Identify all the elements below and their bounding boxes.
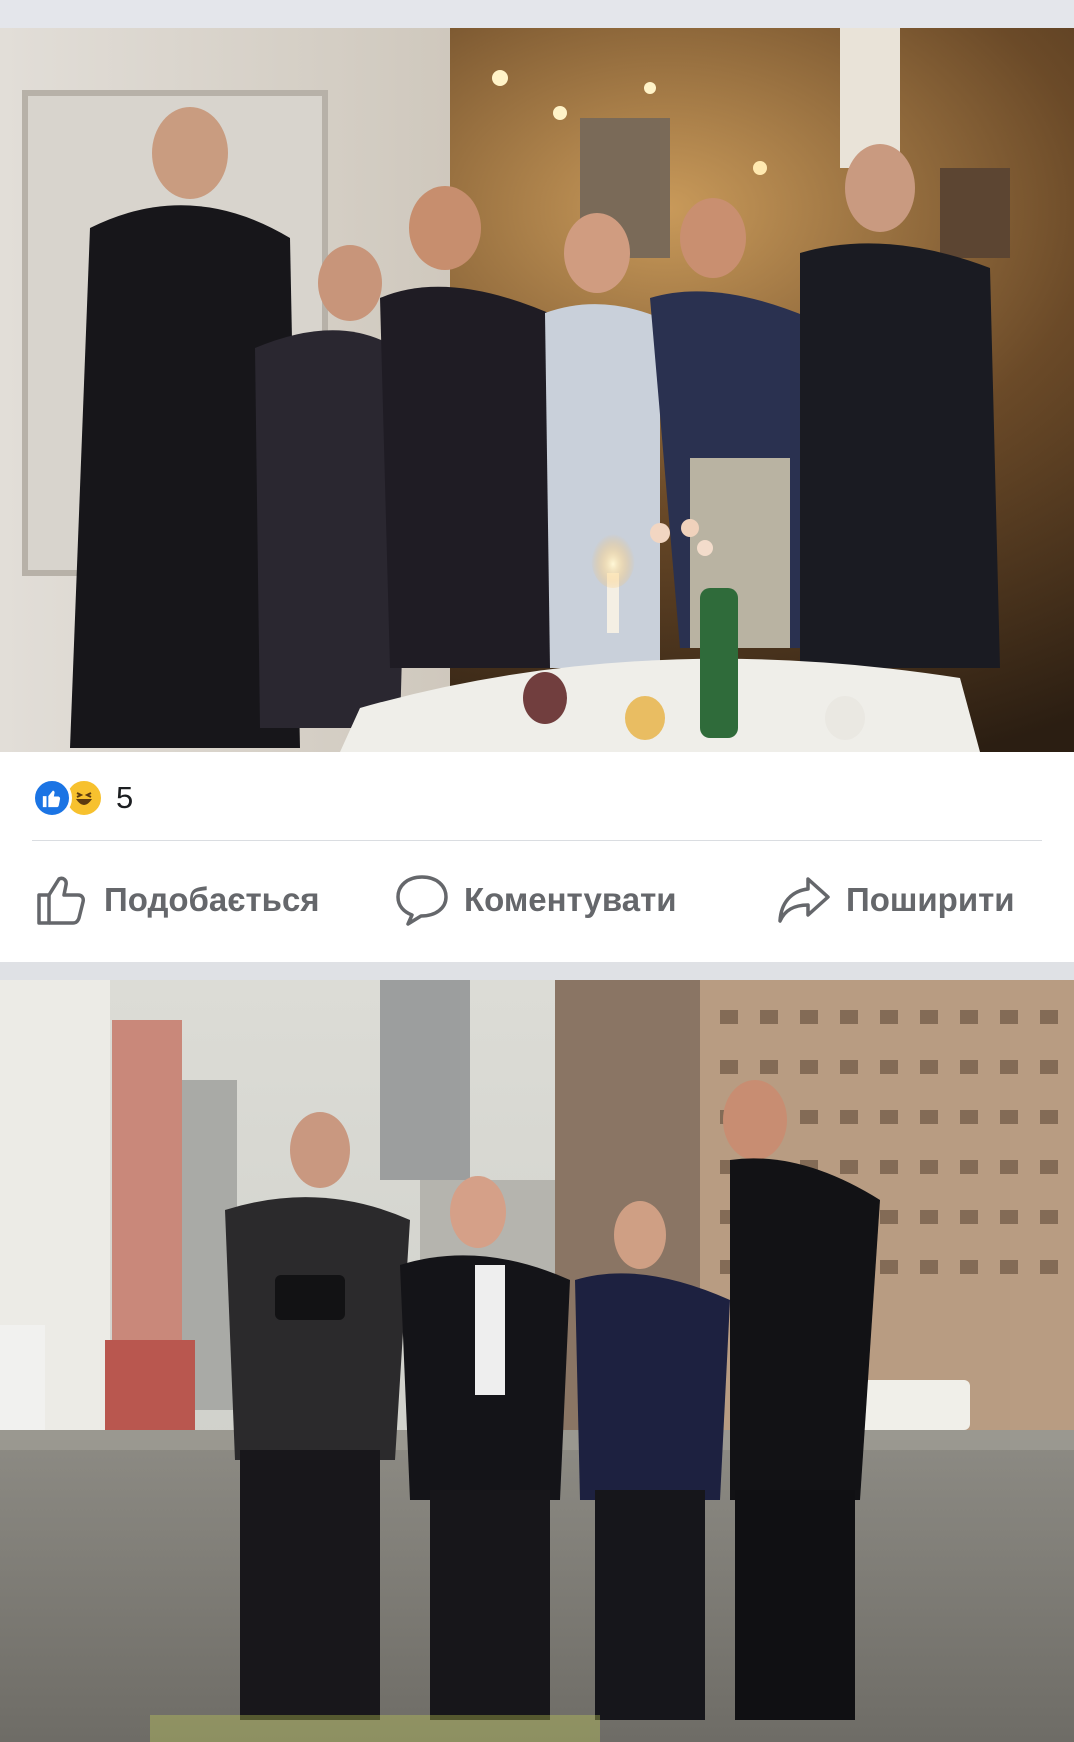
share-button-label: Поширити: [846, 881, 1015, 918]
reactions-summary[interactable]: 5: [32, 776, 133, 820]
post-photo-restaurant[interactable]: [0, 28, 1074, 752]
share-button[interactable]: Поширити: [776, 860, 1015, 940]
comment-icon: [394, 872, 450, 928]
comment-button[interactable]: Коментувати: [394, 860, 677, 940]
like-reaction-icon: [32, 778, 72, 818]
like-button[interactable]: Подобається: [34, 860, 320, 940]
news-feed: 5 Подобається Коментувати Поширити: [0, 0, 1074, 1742]
feed-separator: [0, 962, 1074, 980]
thumbs-up-icon: [34, 872, 90, 928]
feed-separator: [0, 0, 1074, 28]
comment-button-label: Коментувати: [464, 881, 677, 918]
like-button-label: Подобається: [104, 881, 320, 918]
reaction-count[interactable]: 5: [116, 780, 133, 816]
post-photo-street[interactable]: [0, 980, 1074, 1742]
reactions-divider: [32, 840, 1042, 841]
post-action-bar: Подобається Коментувати Поширити: [0, 860, 1074, 940]
share-icon: [776, 872, 832, 928]
